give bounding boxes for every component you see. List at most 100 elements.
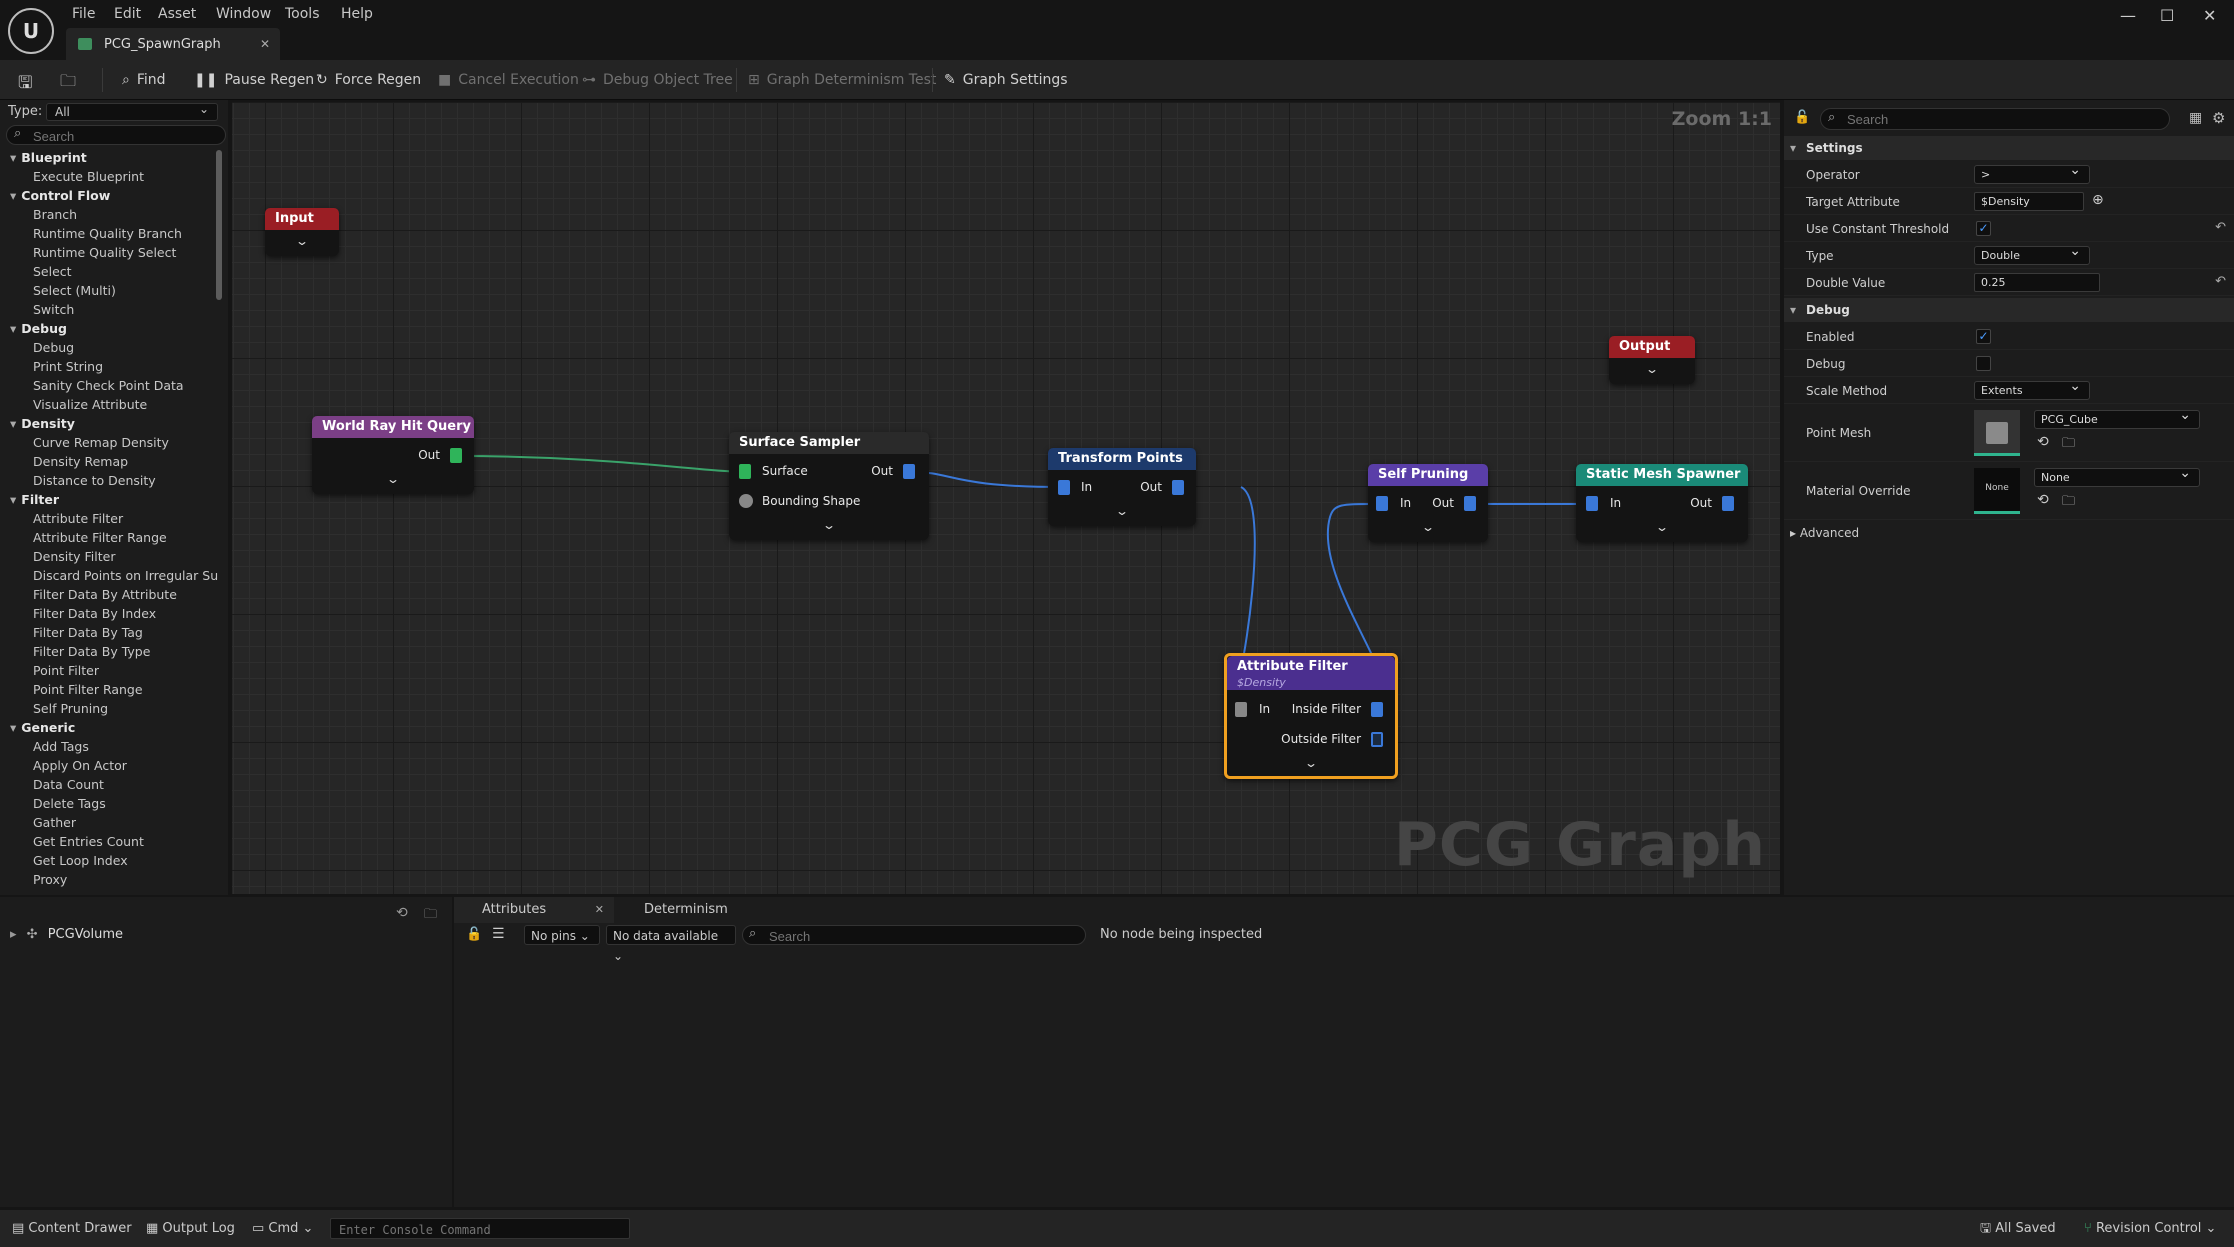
expand-chevron-icon[interactable]: ⌄ xyxy=(1421,520,1435,534)
operator-dropdown[interactable]: > xyxy=(1974,162,2090,184)
palette-item[interactable]: Discard Points on Irregular Surf xyxy=(0,566,218,585)
palette-item[interactable]: Density Filter xyxy=(0,547,218,566)
lock-icon[interactable]: 🔓 xyxy=(466,927,482,942)
palette-item[interactable]: Select xyxy=(0,262,218,281)
palette-item[interactable]: Add Tags xyxy=(0,737,218,756)
cancel-execution-button[interactable]: ■ Cancel Execution xyxy=(438,60,579,100)
out-pin-icon[interactable] xyxy=(450,448,462,463)
force-regen-button[interactable]: ↻ Force Regen xyxy=(316,60,421,100)
palette-item[interactable]: Filter Data By Tag xyxy=(0,623,218,642)
advanced-section[interactable]: ▸ Advanced xyxy=(1790,526,1859,540)
palette-item[interactable]: Visualize Attribute xyxy=(0,395,218,414)
double-value-input[interactable]: 0.25 xyxy=(1974,273,2100,292)
attribute-filter-node[interactable]: Attribute Filter $Density In Inside Filt… xyxy=(1224,653,1398,779)
details-search[interactable]: ⌕ xyxy=(1820,108,2170,130)
refresh-icon[interactable]: ⟲ xyxy=(396,905,408,921)
point-mesh-dropdown[interactable]: PCG_Cube xyxy=(2034,407,2200,429)
palette-item[interactable]: Attribute Filter xyxy=(0,509,218,528)
palette-item[interactable]: Point Filter xyxy=(0,661,218,680)
use-selected-icon[interactable]: ⟲ xyxy=(2037,434,2049,450)
tab-attributes[interactable]: Attributes ✕ xyxy=(454,897,614,923)
output-node[interactable]: Output ⌄ xyxy=(1609,336,1695,384)
browse-folder-icon[interactable]: 🗀 xyxy=(2062,434,2075,456)
outside-filter-pin-icon[interactable] xyxy=(1371,732,1383,747)
material-thumbnail[interactable]: None xyxy=(1974,468,2020,514)
menu-file[interactable]: File xyxy=(72,6,95,22)
expand-chevron-icon[interactable]: ⌄ xyxy=(822,518,836,532)
save-icon[interactable]: 🖫 xyxy=(18,70,32,99)
expand-chevron-icon[interactable]: ⌄ xyxy=(1655,520,1669,534)
graph-canvas[interactable]: Zoom 1:1 PCG Graph Input ⌄ Output ⌄ Worl… xyxy=(232,102,1780,894)
content-drawer-button[interactable]: ▤ Content Drawer xyxy=(12,1210,132,1247)
table-view-icon[interactable]: ▦ xyxy=(2189,110,2202,126)
palette-item[interactable]: Self Pruning xyxy=(0,699,218,718)
palette-item[interactable]: Sanity Check Point Data xyxy=(0,376,218,395)
debug-checkbox[interactable] xyxy=(1976,356,1991,371)
palette-item[interactable]: Runtime Quality Branch xyxy=(0,224,218,243)
tab-close-icon[interactable]: ✕ xyxy=(260,37,270,51)
tab-determinism[interactable]: Determinism xyxy=(644,897,728,923)
all-saved-indicator[interactable]: 🖫 All Saved xyxy=(1980,1210,2056,1247)
reset-arrow-icon[interactable]: ↶ xyxy=(2215,220,2226,235)
palette-item[interactable]: Data Count xyxy=(0,775,218,794)
console-input[interactable] xyxy=(330,1218,630,1240)
palette-item[interactable]: Delete Tags xyxy=(0,794,218,813)
in-pin-icon[interactable] xyxy=(1058,480,1070,495)
menu-asset[interactable]: Asset xyxy=(158,6,196,22)
palette-item[interactable]: Curve Remap Density xyxy=(0,433,218,452)
browse-folder-icon[interactable]: 🗀 xyxy=(2062,492,2075,514)
attributes-search-input[interactable] xyxy=(743,927,1063,946)
palette-scrollbar[interactable] xyxy=(216,150,222,300)
use-constant-threshold-checkbox[interactable]: ✓ xyxy=(1976,221,1991,236)
graph-settings-button[interactable]: ✎ Graph Settings xyxy=(944,60,1068,100)
scale-method-dropdown[interactable]: Extents xyxy=(1974,378,2090,400)
bounding-pin-icon[interactable] xyxy=(739,494,753,508)
pause-regen-button[interactable]: ❚❚ Pause Regen xyxy=(194,60,314,100)
palette-category[interactable]: Filter xyxy=(0,490,218,509)
expand-chevron-icon[interactable]: ⌄ xyxy=(295,234,309,248)
menu-edit[interactable]: Edit xyxy=(114,6,141,22)
surface-pin-icon[interactable] xyxy=(739,464,751,479)
menu-window[interactable]: Window xyxy=(216,6,271,22)
palette-category[interactable]: Density xyxy=(0,414,218,433)
palette-search[interactable]: ⌕ xyxy=(6,125,226,146)
palette-item[interactable]: Print String xyxy=(0,357,218,376)
out-pin-icon[interactable] xyxy=(1172,480,1184,495)
filter-icon[interactable]: ☰ xyxy=(492,926,505,942)
cmd-dropdown[interactable]: ▭ Cmd ⌄ xyxy=(252,1210,313,1247)
pins-dropdown[interactable]: No pins ⌄ xyxy=(524,925,600,945)
palette-item[interactable]: Select (Multi) xyxy=(0,281,218,300)
expand-chevron-icon[interactable]: ⌄ xyxy=(386,472,400,486)
type-dropdown[interactable]: All ⌄ xyxy=(46,102,218,121)
surface-sampler-node[interactable]: Surface Sampler Surface Out Bounding Sha… xyxy=(729,432,929,540)
use-selected-icon[interactable]: ⟲ xyxy=(2037,492,2049,508)
debug-section[interactable]: Debug xyxy=(1784,298,2234,322)
tree-item-pcgvolume[interactable]: ▸ ✣ PCGVolume xyxy=(10,927,123,942)
expand-chevron-icon[interactable]: ⌄ xyxy=(1304,756,1318,770)
settings-section[interactable]: Settings xyxy=(1784,136,2234,160)
attributes-search[interactable]: ⌕ xyxy=(742,925,1086,946)
transform-points-node[interactable]: Transform Points In Out ⌄ xyxy=(1048,448,1196,526)
unreal-logo[interactable]: U xyxy=(8,8,54,54)
palette-category[interactable]: Generic xyxy=(0,718,218,737)
graph-determinism-test-button[interactable]: ⊞ Graph Determinism Test xyxy=(748,60,936,100)
palette-category[interactable]: Debug xyxy=(0,319,218,338)
folder-icon[interactable]: 🗀 xyxy=(424,905,437,927)
palette-item[interactable]: Runtime Quality Select xyxy=(0,243,218,262)
world-ray-hit-query-node[interactable]: World Ray Hit Query Out ⌄ xyxy=(312,416,474,494)
palette-category[interactable]: Control Flow xyxy=(0,186,218,205)
palette-item[interactable]: Filter Data By Type xyxy=(0,642,218,661)
add-circle-icon[interactable]: ⊕ xyxy=(2092,192,2104,208)
palette-item[interactable]: Attribute Filter Range xyxy=(0,528,218,547)
palette-item[interactable]: Density Remap xyxy=(0,452,218,471)
in-pin-icon[interactable] xyxy=(1376,496,1388,511)
output-log-button[interactable]: ▦ Output Log xyxy=(146,1210,235,1247)
expand-chevron-icon[interactable]: ⌄ xyxy=(1645,362,1659,376)
palette-item[interactable]: Distance to Density xyxy=(0,471,218,490)
palette-item[interactable]: Apply On Actor xyxy=(0,756,218,775)
palette-item[interactable]: Proxy xyxy=(0,870,218,889)
tab-pcg-spawngraph[interactable]: PCG_SpawnGraph ✕ xyxy=(66,28,280,60)
menu-help[interactable]: Help xyxy=(341,6,373,22)
gear-icon[interactable]: ⚙ xyxy=(2212,109,2225,127)
palette-item[interactable]: Switch xyxy=(0,300,218,319)
